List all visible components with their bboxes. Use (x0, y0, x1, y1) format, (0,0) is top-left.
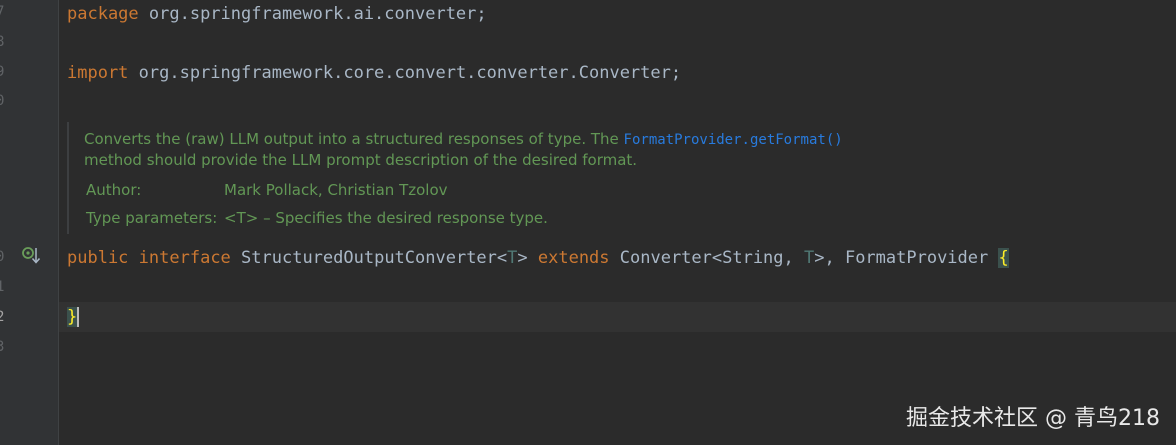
code-line-import[interactable]: import org.springframework.core.convert.… (67, 63, 681, 83)
javadoc-author-value: Mark Pollack, Christian Tzolov (224, 181, 448, 199)
type-param: T (507, 248, 518, 268)
line-number-current: 2 (0, 309, 5, 325)
package-name: org.springframework.ai.converter; (138, 4, 487, 24)
javadoc-description-line-2: method should provide the LLM prompt des… (84, 151, 638, 169)
code-line-close[interactable]: } (67, 307, 80, 327)
line-number: 0 (0, 249, 5, 265)
line-number: 3 (0, 339, 5, 355)
current-line-highlight (59, 302, 1176, 332)
line-number: 7 (0, 4, 5, 20)
code-line-package[interactable]: package org.springframework.ai.converter… (67, 4, 487, 24)
extended-type: Converter<String, (609, 248, 804, 268)
close-brace-matched: } (67, 307, 78, 327)
generic-close: > (517, 248, 538, 268)
javadoc-description-line-1: Converts the (raw) LLM output into a str… (84, 130, 843, 148)
keyword-import: import (67, 63, 129, 83)
keyword-extends: extends (537, 248, 610, 268)
text-caret (77, 307, 80, 327)
javadoc-type-params-value: <T> – Specifies the desired response typ… (224, 209, 548, 227)
keyword-package: package (67, 4, 139, 24)
open-brace-matched: { (998, 248, 1009, 268)
javadoc-link-getformat[interactable]: FormatProvider.getFormat() (624, 132, 843, 148)
line-number: 1 (0, 279, 5, 295)
interface-name: StructuredOutputConverter< (230, 248, 508, 268)
line-number: 8 (0, 34, 5, 50)
line-number: 9 (0, 64, 5, 80)
type-param: T (804, 248, 815, 268)
extended-tail: >, FormatProvider (814, 248, 999, 268)
watermark: 掘金技术社区 @ 青鸟218 (906, 406, 1160, 431)
code-line-interface-declaration[interactable]: public interface StructuredOutputConvert… (67, 248, 1009, 268)
keyword-interface: interface (138, 248, 231, 268)
javadoc-type-params-label: Type parameters: (86, 209, 218, 227)
line-number: 0 (0, 93, 5, 109)
javadoc-text: Converts the (raw) LLM output into a str… (84, 130, 624, 148)
import-path: org.springframework.core.convert.convert… (128, 63, 682, 83)
javadoc-author-label: Author: (86, 181, 142, 199)
implemented-interface-icon[interactable] (22, 246, 40, 266)
keyword-public: public (67, 248, 129, 268)
line-number-gutter: 7 8 9 0 0 1 2 3 (0, 0, 59, 445)
